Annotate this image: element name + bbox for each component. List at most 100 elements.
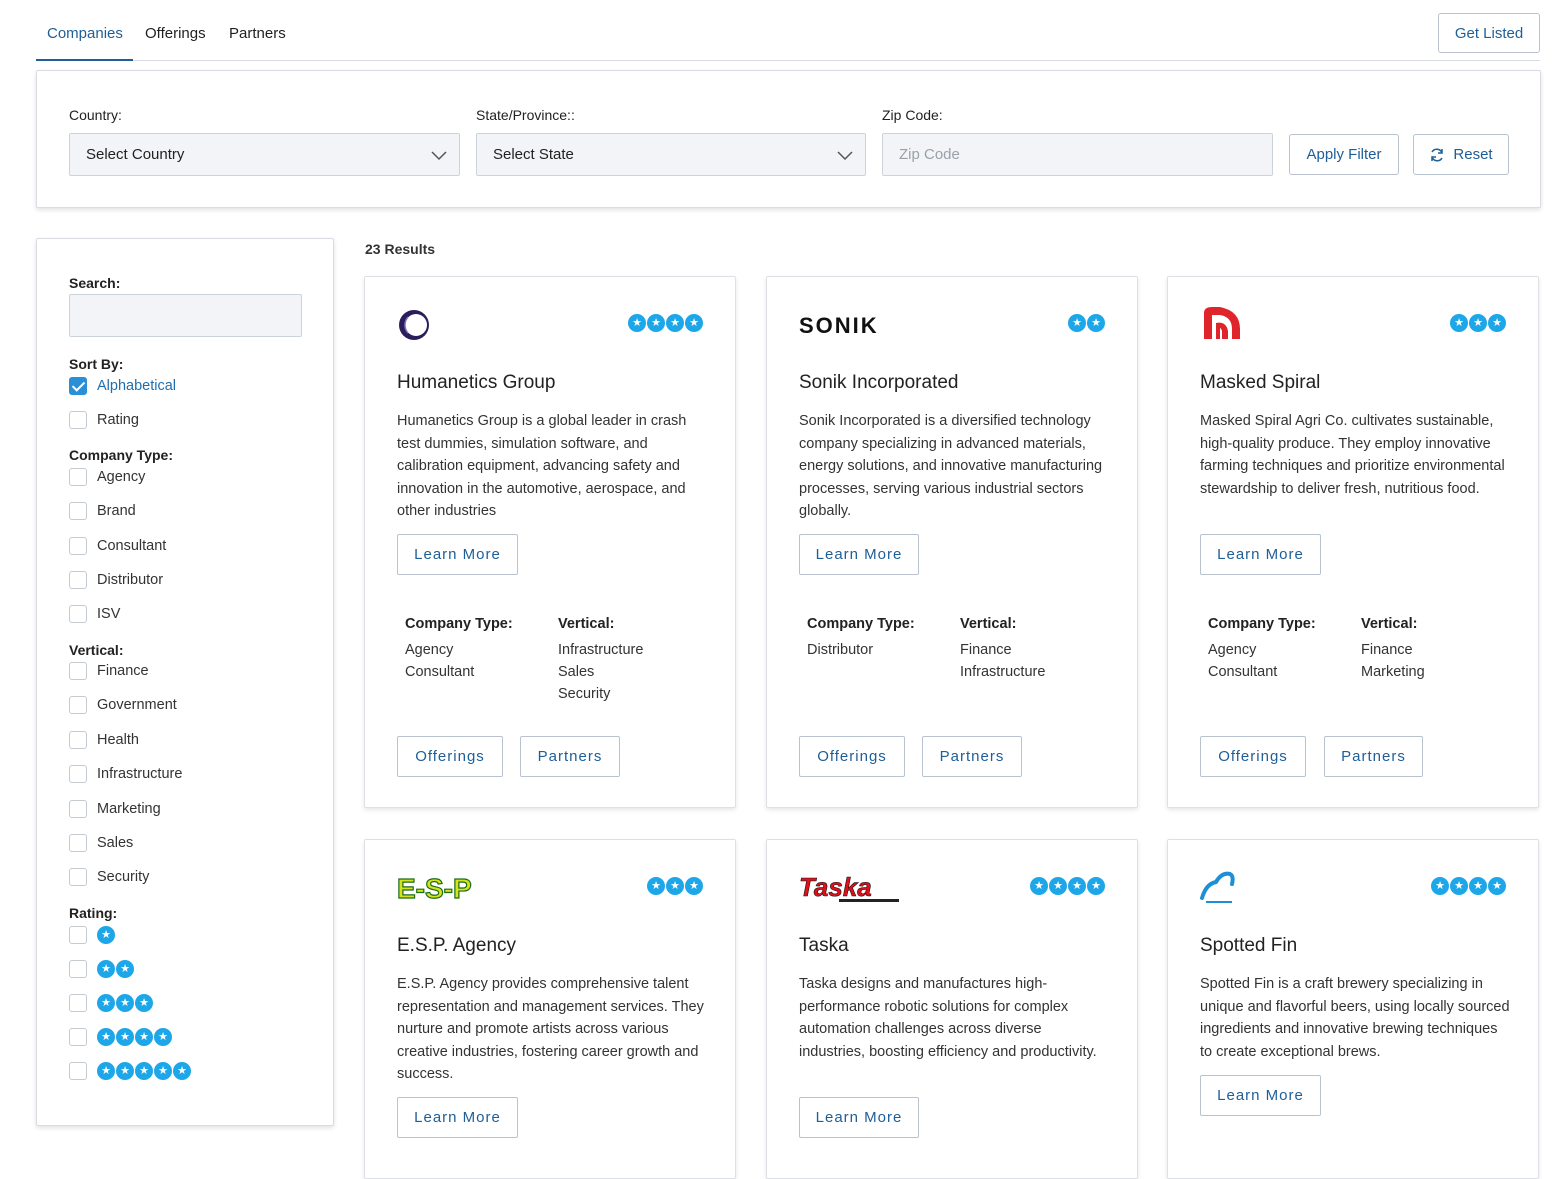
filter-rating-3[interactable]: ★ ★ ★ bbox=[69, 993, 153, 1013]
active-tab-underline bbox=[36, 59, 133, 61]
star-icon: ★ bbox=[97, 1062, 115, 1080]
star-icon: ★ bbox=[685, 877, 703, 895]
checkbox[interactable] bbox=[69, 868, 87, 886]
checkbox[interactable] bbox=[69, 411, 87, 429]
checkbox[interactable] bbox=[69, 994, 87, 1012]
company-type-heading: Company Type: bbox=[405, 616, 513, 632]
vertical-label: Vertical: bbox=[69, 642, 124, 658]
star-icon: ★ bbox=[135, 1028, 153, 1046]
option-label: Distributor bbox=[97, 572, 164, 588]
learn-more-button[interactable]: Learn More bbox=[1200, 1075, 1321, 1116]
country-select[interactable]: Select Country bbox=[69, 133, 460, 176]
checkbox[interactable] bbox=[69, 926, 87, 944]
checkbox[interactable] bbox=[69, 960, 87, 978]
sort-alphabetical[interactable]: Alphabetical bbox=[69, 376, 176, 396]
checkbox[interactable] bbox=[69, 696, 87, 714]
search-input[interactable] bbox=[69, 294, 302, 337]
star-icon: ★ bbox=[154, 1062, 172, 1080]
checkbox[interactable] bbox=[69, 571, 87, 589]
star-icon: ★ bbox=[97, 1028, 115, 1046]
checkbox[interactable] bbox=[69, 605, 87, 623]
filter-consultant[interactable]: Consultant bbox=[69, 536, 166, 556]
star-icon: ★ bbox=[628, 314, 646, 332]
checkbox[interactable] bbox=[69, 765, 87, 783]
sort-rating[interactable]: Rating bbox=[69, 410, 139, 430]
filter-health[interactable]: Health bbox=[69, 730, 139, 750]
filter-security[interactable]: Security bbox=[69, 867, 149, 887]
learn-more-button[interactable]: Learn More bbox=[799, 534, 919, 575]
option-label: Agency bbox=[97, 469, 146, 485]
rating-label: Rating: bbox=[69, 905, 118, 921]
sonik-logo-text: SONIK bbox=[799, 313, 879, 338]
company-card: SONIK ★ ★ Sonik Incorporated Sonik Incorp… bbox=[766, 276, 1138, 808]
filter-finance[interactable]: Finance bbox=[69, 661, 149, 681]
sonik-wordmark-logo: SONIK bbox=[799, 313, 879, 338]
offerings-button[interactable]: Offerings bbox=[799, 736, 905, 777]
star-icon: ★ bbox=[1431, 877, 1449, 895]
star-icon: ★ bbox=[97, 960, 115, 978]
checkbox-checked[interactable] bbox=[69, 377, 87, 395]
filter-brand[interactable]: Brand bbox=[69, 501, 136, 521]
learn-more-button[interactable]: Learn More bbox=[799, 1097, 919, 1138]
tab-partners[interactable]: Partners bbox=[229, 25, 286, 42]
company-name: Masked Spiral bbox=[1200, 372, 1321, 393]
filter-rating-5[interactable]: ★ ★ ★ ★ ★ bbox=[69, 1061, 191, 1081]
filter-agency[interactable]: Agency bbox=[69, 467, 145, 487]
option-label: Consultant bbox=[97, 538, 167, 554]
filter-marketing[interactable]: Marketing bbox=[69, 799, 161, 819]
company-type-value: Agency bbox=[405, 642, 454, 658]
filter-isv[interactable]: ISV bbox=[69, 604, 120, 624]
learn-more-button[interactable]: Learn More bbox=[397, 534, 518, 575]
option-label: Finance bbox=[97, 663, 149, 679]
checkbox[interactable] bbox=[69, 502, 87, 520]
apply-filter-button[interactable]: Apply Filter bbox=[1289, 134, 1399, 175]
state-select[interactable]: Select State bbox=[476, 133, 866, 176]
filter-distributor[interactable]: Distributor bbox=[69, 570, 163, 590]
offerings-button[interactable]: Offerings bbox=[1200, 736, 1306, 777]
get-listed-button[interactable]: Get Listed bbox=[1438, 13, 1540, 53]
filter-infrastructure[interactable]: Infrastructure bbox=[69, 764, 182, 784]
filter-rating-1[interactable]: ★ bbox=[69, 925, 115, 945]
chevron-down-icon bbox=[837, 151, 853, 161]
partners-button[interactable]: Partners bbox=[1324, 736, 1423, 777]
checkbox[interactable] bbox=[69, 662, 87, 680]
company-card: ★ ★ ★ ★ Humanetics Group Humanetics Group i… bbox=[364, 276, 736, 808]
partners-button[interactable]: Partners bbox=[520, 736, 620, 777]
company-type-value: Consultant bbox=[405, 664, 475, 681]
filter-sales[interactable]: Sales bbox=[69, 833, 133, 853]
star-icon: ★ bbox=[135, 1062, 153, 1080]
checkbox[interactable] bbox=[69, 537, 87, 555]
checkbox[interactable] bbox=[69, 800, 87, 818]
reset-label: Reset bbox=[1453, 146, 1493, 163]
star-icon: ★ bbox=[116, 960, 134, 978]
checkbox[interactable] bbox=[69, 1028, 87, 1046]
company-name: Humanetics Group bbox=[397, 372, 556, 393]
refresh-icon bbox=[1431, 147, 1444, 162]
tab-companies[interactable]: Companies bbox=[47, 25, 123, 42]
option-label: Marketing bbox=[97, 801, 161, 817]
star-rating: ★ ★ bbox=[1068, 314, 1105, 332]
option-label: Sales bbox=[97, 835, 134, 851]
star-rating: ★ ★ ★ bbox=[97, 994, 153, 1012]
learn-more-button[interactable]: Learn More bbox=[1200, 534, 1321, 575]
company-type-value: Distributor bbox=[807, 642, 874, 658]
zip-label: Zip Code: bbox=[882, 107, 943, 123]
humanetics-ring-logo bbox=[399, 310, 429, 340]
learn-more-button[interactable]: Learn More bbox=[397, 1097, 518, 1138]
reset-button[interactable]: Reset bbox=[1413, 134, 1509, 175]
checkbox[interactable] bbox=[69, 1062, 87, 1080]
sort-option-label: Rating bbox=[97, 412, 139, 428]
filter-rating-2[interactable]: ★ ★ bbox=[69, 959, 134, 979]
option-label: Brand bbox=[97, 503, 136, 519]
filter-government[interactable]: Government bbox=[69, 695, 177, 715]
partners-button[interactable]: Partners bbox=[922, 736, 1022, 777]
filter-rating-4[interactable]: ★ ★ ★ ★ bbox=[69, 1027, 172, 1047]
offerings-button[interactable]: Offerings bbox=[397, 736, 503, 777]
checkbox[interactable] bbox=[69, 834, 87, 852]
zip-code-input[interactable] bbox=[882, 133, 1273, 176]
checkbox[interactable] bbox=[69, 468, 87, 486]
checkbox[interactable] bbox=[69, 731, 87, 749]
vertical-heading: Vertical: bbox=[1361, 616, 1418, 632]
tab-offerings[interactable]: Offerings bbox=[145, 25, 206, 42]
option-label: ISV bbox=[97, 606, 121, 622]
